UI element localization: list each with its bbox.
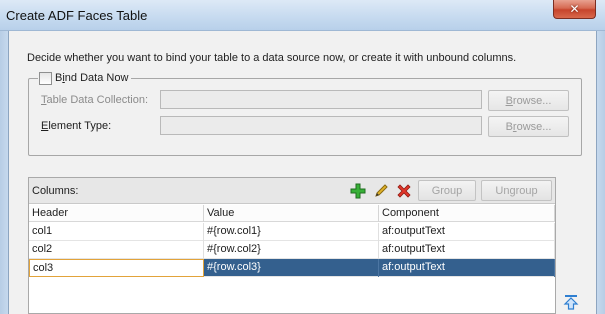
close-button[interactable]: ✕ <box>553 0 596 19</box>
window-frame-right <box>597 31 605 314</box>
bind-data-now-checkbox-row[interactable]: Bind Data Now <box>38 71 132 85</box>
component-cell[interactable]: af:outputText <box>379 241 555 259</box>
header-cell-editor[interactable]: col3 <box>29 259 204 277</box>
close-icon: ✕ <box>569 2 580 16</box>
value-cell[interactable]: #{row.col2} <box>204 241 379 259</box>
delete-icon[interactable] <box>395 182 413 200</box>
add-icon[interactable] <box>349 182 367 200</box>
move-to-top-icon[interactable] <box>562 293 579 310</box>
component-cell[interactable]: af:outputText <box>379 259 555 277</box>
table-row[interactable]: col2 #{row.col2} af:outputText <box>29 241 555 259</box>
table-data-collection-label: Table Data Collection: <box>41 94 149 106</box>
element-type-label: Element Type: <box>41 120 112 132</box>
columns-toolbar: Columns: Group Ungroup <box>29 178 555 204</box>
table-row-selected[interactable]: col3 #{row.col3} af:outputText <box>29 259 555 277</box>
window-frame-left <box>0 31 8 314</box>
element-type-browse-button[interactable]: Br owse... <box>488 116 569 137</box>
table-data-collection-field[interactable] <box>160 90 482 109</box>
title-bar: Create ADF Faces Table ✕ <box>0 0 605 31</box>
bind-data-now-label: Bind Data Now <box>55 72 129 84</box>
columns-table-header: Header Value Component <box>29 205 555 222</box>
component-cell[interactable]: af:outputText <box>379 223 555 241</box>
value-cell[interactable]: #{row.col3} <box>204 259 379 277</box>
window-title: Create ADF Faces Table <box>6 8 148 23</box>
element-type-field[interactable] <box>160 116 482 135</box>
header-cell[interactable]: col2 <box>29 241 204 259</box>
ungroup-button[interactable]: Ungroup <box>481 180 552 201</box>
table-row[interactable]: col1 #{row.col1} af:outputText <box>29 223 555 241</box>
columns-label: Columns: <box>32 185 79 197</box>
header-cell[interactable]: col1 <box>29 223 204 241</box>
bind-data-now-checkbox[interactable] <box>39 71 52 85</box>
group-button[interactable]: Group <box>418 180 476 201</box>
header-column-header[interactable]: Header <box>29 205 204 222</box>
edit-icon[interactable] <box>372 182 390 200</box>
dialog-content: Decide whether you want to bind your tab… <box>8 31 597 314</box>
instructions-text: Decide whether you want to bind your tab… <box>27 52 517 64</box>
value-column-header[interactable]: Value <box>204 205 379 222</box>
table-data-collection-browse-button[interactable]: Browse... <box>488 90 569 111</box>
columns-panel: Columns: Group Ungroup Header Value Comp… <box>28 177 556 314</box>
component-column-header[interactable]: Component <box>379 205 555 222</box>
value-cell[interactable]: #{row.col1} <box>204 223 379 241</box>
